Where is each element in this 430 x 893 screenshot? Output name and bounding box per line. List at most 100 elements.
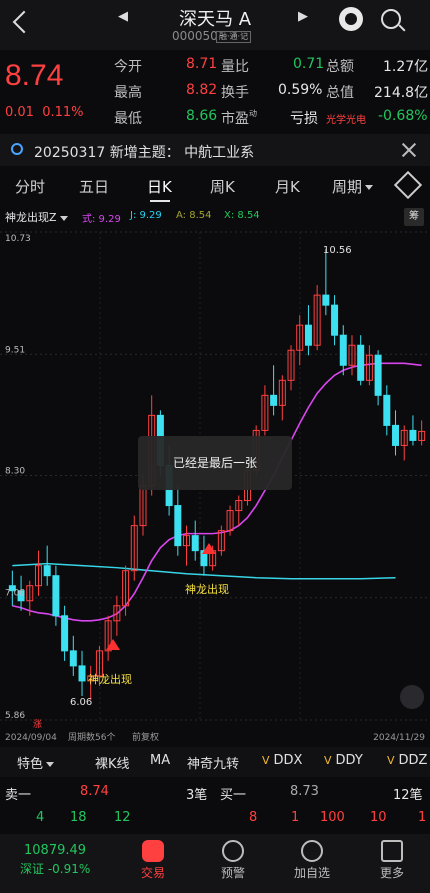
indicator-selector[interactable]: 神龙出现Z: [5, 209, 68, 225]
grid-icon: [381, 840, 403, 862]
candle-body: [409, 429, 417, 441]
indicator-ma[interactable]: MA: [150, 753, 170, 768]
indicator-naked-k[interactable]: 裸K线: [95, 753, 130, 772]
volume-ratio-value: 0.71: [293, 56, 325, 72]
low-label: 最低: [114, 111, 142, 127]
candle-body: [357, 344, 365, 381]
bottom-nav: 10879.49 深证 -0.91% 交易 预警 加自选 更多: [0, 834, 430, 893]
sector-change: -0.68%: [378, 108, 428, 124]
buy-one-label: 买一: [220, 788, 247, 803]
buy-qty-1: 8: [249, 810, 258, 825]
high-label: 最高: [114, 85, 142, 101]
candle-body: [374, 354, 382, 396]
open-value: 8.71: [186, 56, 218, 72]
candle-body: [339, 334, 347, 366]
indicator-ddy[interactable]: V DDY: [324, 753, 363, 768]
indicator-ddx[interactable]: V DDX: [262, 753, 302, 768]
nav-add-watchlist[interactable]: 加自选: [272, 834, 352, 881]
low-value: 8.66: [186, 108, 218, 124]
pe-label: 市盈动: [221, 109, 257, 127]
x-axis-start: 2024/09/04: [5, 733, 57, 743]
toast-message: 已经是最后一张: [138, 436, 292, 490]
candle-body: [61, 615, 69, 652]
candle-body: [191, 535, 199, 552]
indicator-j-value: J: 9.29: [130, 210, 162, 221]
indicator-special[interactable]: 特色: [17, 753, 55, 772]
nav-more[interactable]: 更多: [352, 834, 430, 881]
market-cap-value: 214.8亿: [374, 85, 429, 101]
current-price: 8.74: [5, 59, 64, 92]
sell-one-price: 8.74: [80, 784, 109, 799]
candle-body: [383, 394, 391, 426]
bulb-icon: [11, 143, 23, 155]
plus-circle-icon: [301, 840, 323, 862]
tab-intraday[interactable]: 分时: [15, 176, 45, 197]
top-bar: ◀ 深天马 A 000050 融·通·记 ▶: [0, 0, 430, 50]
y-axis-label: 8.30: [5, 466, 25, 476]
buy-qty-2: 1: [291, 810, 300, 825]
signal-label: 神龙出现: [185, 582, 229, 596]
y-axis-label: 9.51: [5, 345, 25, 355]
volume-ratio-label: 量比: [221, 59, 249, 75]
nav-alert[interactable]: 预警: [193, 834, 273, 881]
candle-body: [270, 394, 278, 406]
buy-one-price: 8.73: [290, 784, 319, 799]
market-cap-label: 总值: [326, 85, 354, 101]
stock-title: 深天马 A: [178, 9, 252, 30]
theme-notice-bar[interactable]: 20250317 新增主题： 中航工业系: [0, 134, 430, 166]
candle-body: [322, 294, 330, 306]
search-icon[interactable]: [381, 9, 401, 29]
index-value: 10879.49: [24, 843, 87, 858]
y-axis-label: 10.73: [5, 234, 31, 244]
indicator-nine-turn[interactable]: 神奇九转: [187, 753, 239, 772]
trade-icon: [142, 840, 164, 862]
buy-qty-3: 100: [320, 810, 345, 825]
indicator-formula-value: 式: 9.29: [82, 214, 121, 225]
indicator-x-value: X: 8.54: [224, 210, 260, 221]
indicator-ddz[interactable]: V DDZ: [387, 753, 427, 768]
amount-value: 1.27亿: [383, 59, 429, 75]
indicator-a-value: A: 8.54: [176, 210, 212, 221]
y-axis-label: 5.86: [5, 711, 25, 721]
x-axis-end: 2024/11/29: [373, 733, 425, 743]
quote-panel: 8.74 0.01 0.11% 今开 8.71 量比 0.71 总额 1.27亿…: [0, 50, 430, 134]
next-stock-button[interactable]: ▶: [298, 9, 308, 24]
amount-label: 总额: [326, 59, 354, 75]
buy-qty-5: 1: [418, 810, 427, 825]
chip-distribution-button[interactable]: 筹: [404, 208, 424, 226]
candle-body: [331, 304, 339, 336]
stock-code: 000050: [172, 29, 218, 43]
limit-up-badge: 涨: [33, 719, 42, 730]
sell-qty-2: 18: [70, 810, 87, 825]
stock-tag-badge: 融·通·记: [216, 31, 252, 43]
sell-one-count: 3笔: [186, 788, 208, 803]
sector-name[interactable]: 光学光电: [326, 111, 366, 126]
low-annotation: 6.06: [70, 697, 92, 708]
tab-daily-k[interactable]: 日K: [147, 176, 172, 197]
buy-one-count: 12笔: [393, 788, 423, 803]
tab-monthly-k[interactable]: 月K: [275, 176, 300, 197]
order-book: 卖一 8.74 3笔 4 18 12 买一 8.73 12笔 8 1 100 1…: [0, 778, 430, 834]
tab-five-day[interactable]: 五日: [79, 176, 109, 197]
sell-qty-1: 4: [36, 810, 45, 825]
turnover-value: 0.59%: [278, 82, 323, 98]
candle-body: [52, 575, 60, 617]
expand-icon[interactable]: [400, 685, 424, 709]
high-annotation: 10.56: [323, 245, 352, 256]
nav-trade[interactable]: 交易: [113, 834, 193, 881]
close-icon[interactable]: [400, 140, 420, 160]
tab-period[interactable]: 周期: [332, 176, 374, 197]
active-tab-underline: [150, 200, 170, 202]
price-change: 0.01 0.11%: [5, 105, 84, 120]
period-count: 周期数56个: [68, 731, 115, 743]
signal-label: 神龙出现: [88, 672, 132, 686]
bell-icon: [222, 840, 244, 862]
theme-text: 20250317 新增主题： 中航工业系: [34, 145, 255, 161]
tab-weekly-k[interactable]: 周K: [210, 176, 235, 197]
candle-body: [78, 665, 86, 682]
assistant-robot-icon[interactable]: [339, 7, 363, 31]
change-percent: 0.11%: [42, 105, 84, 120]
y-axis-label: 7.08: [5, 589, 25, 599]
settings-icon[interactable]: [393, 170, 423, 200]
high-value: 8.82: [186, 82, 218, 98]
